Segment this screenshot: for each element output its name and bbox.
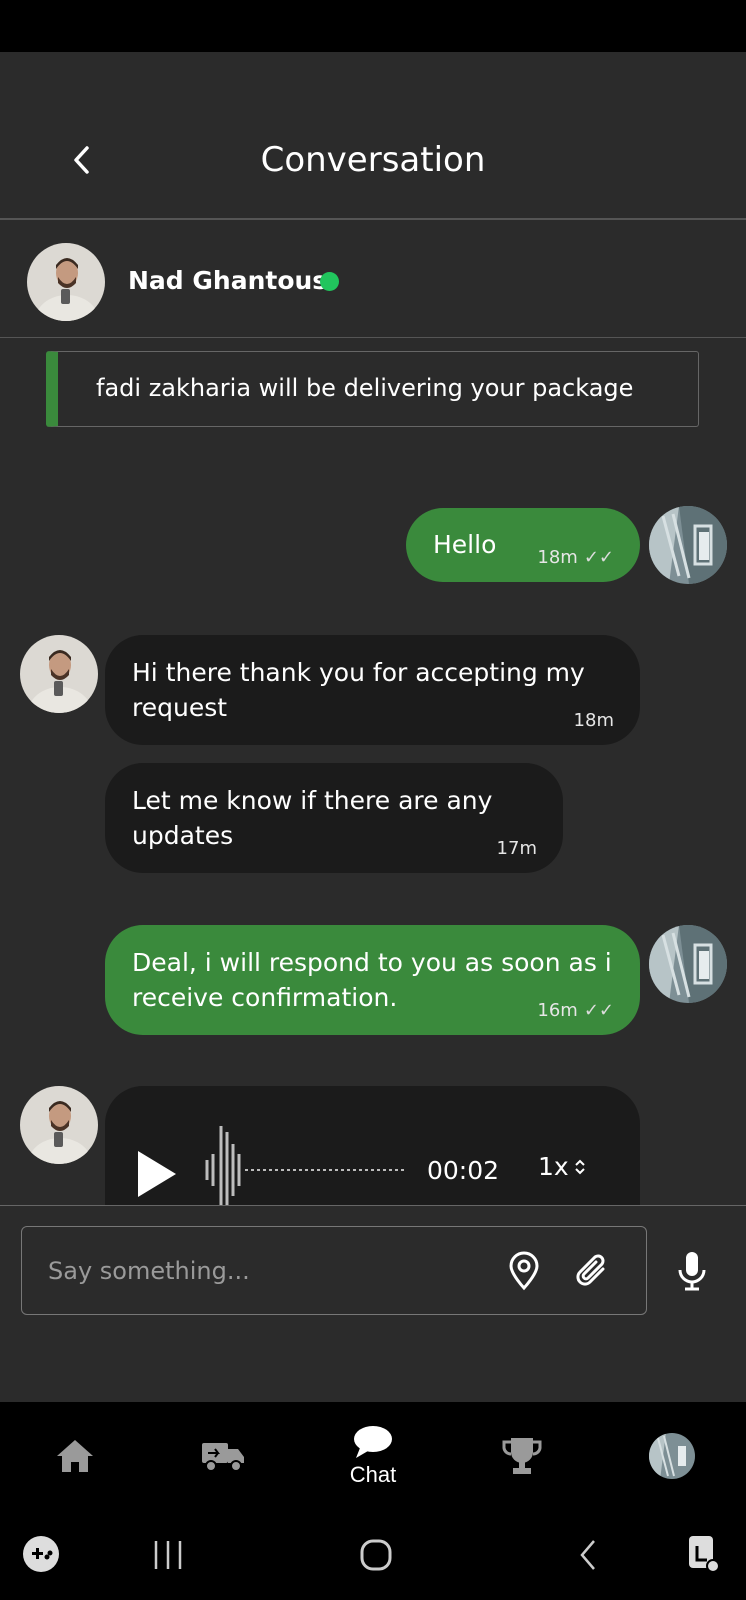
recent-apps-icon [154, 1541, 182, 1569]
contact-name: Nad Ghantous [128, 266, 328, 295]
share-location-button[interactable] [504, 1251, 544, 1291]
home-system-button[interactable] [356, 1535, 396, 1575]
message-meta: 18m ✓✓ [537, 547, 614, 568]
nav-profile[interactable] [622, 1402, 722, 1509]
contact-row[interactable] [0, 220, 746, 338]
audio-duration: 00:02 [427, 1156, 500, 1185]
up-down-chevron-icon [574, 1159, 585, 1174]
play-button[interactable] [135, 1148, 179, 1200]
message-time: 16m [537, 1000, 578, 1021]
paperclip-icon [576, 1254, 605, 1286]
trophy-icon [502, 1437, 542, 1474]
game-launcher-button[interactable] [22, 1535, 60, 1573]
message-bubble-incoming[interactable]: Hi there thank you for accepting my requ… [105, 635, 640, 745]
home-circle-icon [360, 1539, 392, 1571]
my-avatar[interactable] [649, 506, 727, 584]
message-input[interactable] [48, 1253, 468, 1289]
message-time: 18m [573, 710, 614, 731]
location-pin-icon [509, 1251, 539, 1291]
nav-home[interactable] [25, 1402, 125, 1509]
page-title: Conversation [260, 140, 486, 180]
notice-text: fadi zakharia will be delivering your pa… [96, 374, 634, 402]
nav-deliveries[interactable] [173, 1402, 273, 1509]
read-receipt-icon: ✓✓ [583, 1000, 614, 1021]
audio-message-bubble[interactable]: 00:02 1x [105, 1086, 640, 1206]
gamepad-icon [23, 1536, 59, 1572]
message-bubble-incoming[interactable]: Let me know if there are any updates 17m [105, 763, 563, 873]
back-system-button[interactable] [568, 1535, 608, 1575]
message-text: Hi there thank you for accepting my requ… [132, 658, 585, 722]
attach-file-button[interactable] [570, 1249, 614, 1293]
message-composer [21, 1226, 647, 1315]
message-meta: 16m ✓✓ [537, 1000, 614, 1021]
nav-rewards[interactable] [472, 1402, 572, 1509]
online-status-dot [320, 272, 339, 291]
contact-avatar-small[interactable] [20, 1086, 98, 1164]
playback-speed: 1x [538, 1152, 569, 1181]
message-text: Let me know if there are any updates [132, 786, 493, 850]
message-bubble-outgoing[interactable]: Hello 18m ✓✓ [406, 508, 640, 582]
accessibility-touch-icon [689, 1536, 720, 1573]
nav-chat-label: Chat [349, 1461, 397, 1487]
record-voice-button[interactable] [670, 1248, 714, 1294]
message-time: 18m [537, 547, 578, 568]
status-bar [0, 0, 746, 52]
system-navigation-bar [0, 1509, 746, 1600]
composer-divider [0, 1205, 746, 1206]
recent-apps-button[interactable] [148, 1535, 188, 1575]
header [0, 52, 746, 220]
contact-avatar[interactable] [27, 243, 105, 321]
accessibility-button[interactable] [682, 1533, 724, 1575]
audio-waveform [205, 1126, 405, 1206]
play-icon [138, 1151, 176, 1197]
playback-speed-toggle[interactable]: 1x [538, 1152, 587, 1181]
nav-chat[interactable]: Chat [323, 1402, 423, 1509]
read-receipt-icon: ✓✓ [583, 547, 614, 568]
chat-bubble-icon [354, 1425, 392, 1458]
contact-avatar-small[interactable] [20, 635, 98, 713]
microphone-icon [678, 1252, 706, 1291]
message-time: 17m [496, 838, 537, 859]
message-bubble-outgoing[interactable]: Deal, i will respond to you as soon as i… [105, 925, 640, 1035]
message-text: Hello [433, 530, 497, 559]
delivery-notice: fadi zakharia will be delivering your pa… [46, 351, 699, 427]
my-avatar[interactable] [649, 925, 727, 1003]
home-icon [57, 1439, 93, 1472]
delivery-truck-icon [202, 1442, 244, 1472]
back-chevron-icon [580, 1540, 595, 1570]
profile-avatar-icon [649, 1432, 695, 1479]
bottom-navigation: Chat [0, 1402, 746, 1509]
